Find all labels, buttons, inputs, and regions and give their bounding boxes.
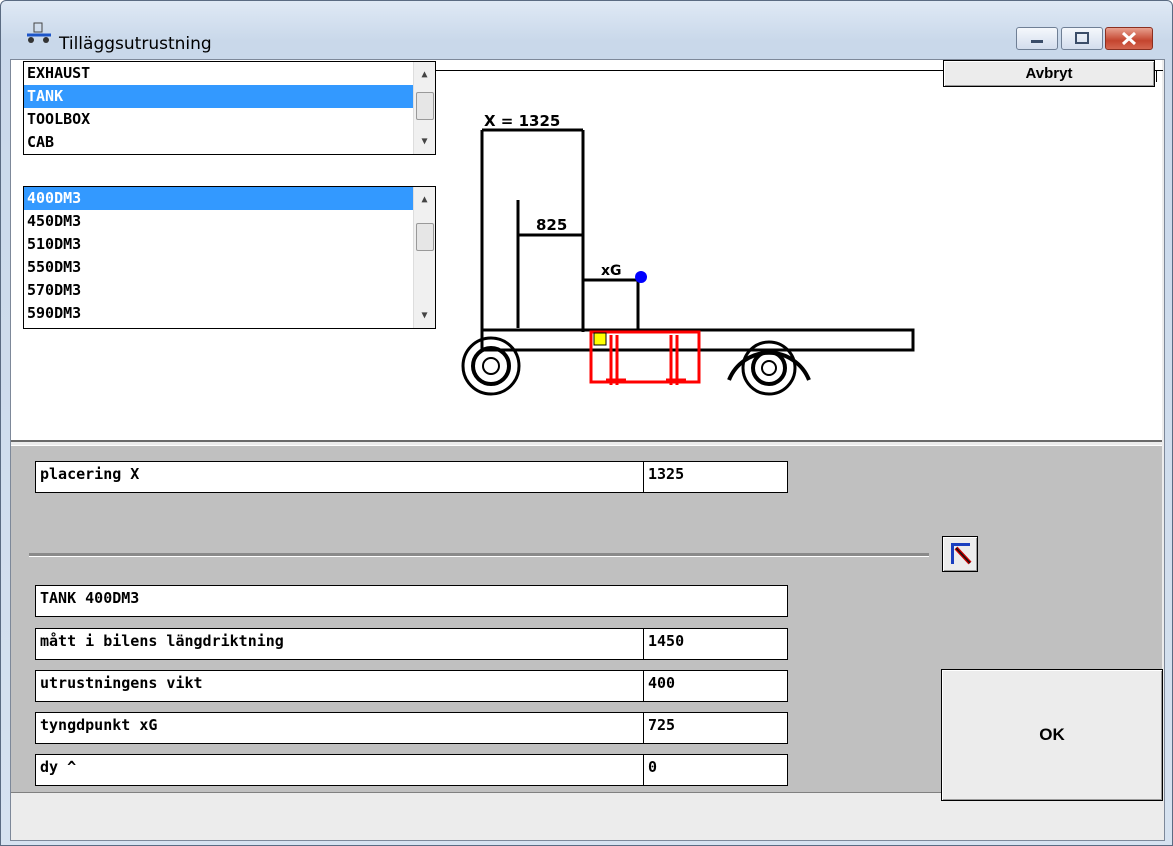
tank-equipment	[589, 330, 701, 385]
list-item-selected[interactable]: TANK	[24, 85, 435, 108]
client-area: EXHAUST TANK TOOLBOX CAB ▲ ▼ 400DM3 450D…	[10, 59, 1165, 841]
separator-line	[29, 553, 929, 557]
equipment-name-field[interactable]: TANK 400DM3	[35, 585, 788, 617]
list-item[interactable]: 510DM3	[24, 233, 435, 256]
application-window: Tilläggsutrustning EXHAUST TANK TOOLBOX …	[0, 0, 1173, 846]
length-label: mått i bilens längdriktning	[35, 628, 647, 660]
scroll-up-icon[interactable]: ▲	[414, 64, 435, 85]
tool-button[interactable]	[942, 536, 978, 572]
x-position-label: X = 1325	[484, 112, 560, 130]
xg-label: xG	[601, 263, 622, 279]
minimize-button[interactable]	[1016, 27, 1058, 50]
window-title: Tilläggsutrustning	[59, 34, 212, 54]
dy-input[interactable]: 0	[643, 754, 788, 786]
maximize-button[interactable]	[1061, 27, 1103, 50]
right-edge-tick	[1156, 70, 1157, 82]
drawing-panel: EXHAUST TANK TOOLBOX CAB ▲ ▼ 400DM3 450D…	[11, 60, 1163, 442]
list-item[interactable]: CAB	[24, 131, 435, 154]
list-item[interactable]: 590DM3	[24, 302, 435, 325]
close-button[interactable]	[1105, 27, 1153, 50]
weight-input[interactable]: 400	[643, 670, 788, 702]
close-icon	[1121, 31, 1137, 46]
placering-x-input[interactable]: 1325	[643, 461, 788, 493]
cancel-button[interactable]: Avbryt	[943, 60, 1155, 87]
cog-input[interactable]: 725	[643, 712, 788, 744]
ok-button[interactable]: OK	[941, 669, 1163, 801]
list-item[interactable]: TOOLBOX	[24, 108, 435, 131]
truck-app-icon	[27, 22, 51, 43]
list-item[interactable]: EXHAUST	[24, 62, 435, 85]
minimize-icon	[1031, 40, 1043, 43]
equipment-listbox[interactable]: EXHAUST TANK TOOLBOX CAB ▲ ▼	[23, 61, 436, 155]
dy-label: dy ^	[35, 754, 647, 786]
placering-label: placering X	[35, 461, 647, 493]
list-item[interactable]: 570DM3	[24, 279, 435, 302]
title-bar[interactable]: Tilläggsutrustning	[1, 1, 1172, 57]
measure-tool-icon	[951, 543, 972, 565]
front-wheel	[461, 336, 521, 396]
marker-square	[593, 332, 607, 346]
list-item[interactable]: 550DM3	[24, 256, 435, 279]
maximize-icon	[1075, 32, 1089, 44]
list-item-selected[interactable]: 400DM3	[24, 187, 435, 210]
weight-label: utrustningens vikt	[35, 670, 647, 702]
size-listbox[interactable]: 400DM3 450DM3 510DM3 550DM3 570DM3 590DM…	[23, 186, 436, 329]
cog-label: tyngdpunkt xG	[35, 712, 647, 744]
length-input[interactable]: 1450	[643, 628, 788, 660]
center-of-gravity-marker	[635, 271, 647, 283]
dimension-825-label: 825	[536, 216, 567, 234]
properties-panel: placering X 1325 TANK 400DM3 mått i bile…	[11, 445, 1163, 801]
list-item[interactable]: 450DM3	[24, 210, 435, 233]
truck-drawing: X = 1325 825 xG	[461, 112, 915, 396]
